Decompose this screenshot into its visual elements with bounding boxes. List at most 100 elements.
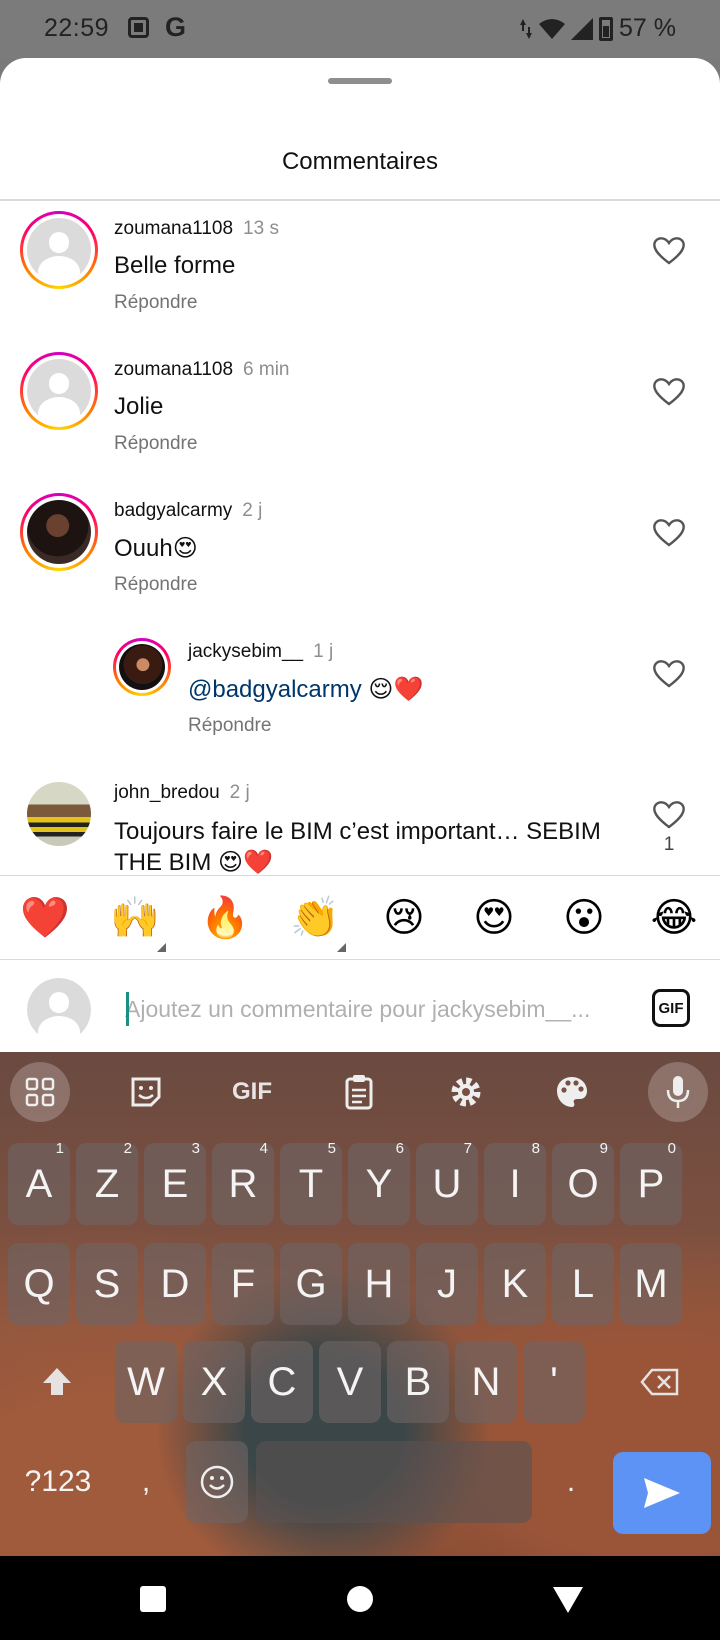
emoji-crying-button[interactable]: 😢 <box>380 894 428 942</box>
key-v[interactable]: V <box>319 1341 381 1423</box>
emoji-fire-button[interactable]: 🔥 <box>200 894 250 942</box>
keyboard: GIF A1 Z2 E3 R4 T5 Y6 U7 I8 O9 P0 Q S D … <box>0 1052 720 1556</box>
comment-item: badgyalcarmy 2 j Ouuh😍 Répondre <box>0 490 720 620</box>
reply-button[interactable]: Répondre <box>114 574 197 596</box>
reply-button[interactable]: Répondre <box>188 715 271 737</box>
navigation-bar <box>0 1556 720 1640</box>
reply-button[interactable]: Répondre <box>114 433 197 455</box>
key-u[interactable]: U7 <box>416 1140 478 1225</box>
key-y[interactable]: Y6 <box>348 1140 410 1225</box>
emoji-joy-button[interactable]: 😂 <box>650 894 698 942</box>
key-e[interactable]: E3 <box>144 1140 206 1225</box>
mention-link[interactable]: @badgyalcarmy <box>188 676 362 703</box>
key-f[interactable]: F <box>212 1243 274 1325</box>
heart-icon[interactable] <box>653 377 685 407</box>
reply-comment-item: jackysebim__ 1 j @badgyalcarmy 😌❤️ Répond… <box>0 631 720 761</box>
gif-button[interactable]: GIF <box>652 989 690 1027</box>
comment-username[interactable]: zoumana1108 <box>114 218 233 239</box>
comment-text-line2: THE BIM 😍❤️ <box>114 849 273 876</box>
sheet-title: Commentaires <box>281 148 439 175</box>
key-h[interactable]: H <box>348 1243 410 1325</box>
status-right: 57 % <box>519 14 676 43</box>
reply-button[interactable]: Répondre <box>114 292 197 314</box>
comment-time: 1 j <box>313 641 334 662</box>
key-p[interactable]: P0 <box>620 1140 682 1225</box>
avatar[interactable] <box>113 638 171 696</box>
heart-icon[interactable] <box>653 236 685 266</box>
comment-time: 2 j <box>242 500 263 521</box>
space-key[interactable] <box>256 1441 532 1523</box>
comment-item: john_bredou 2 j Toujours faire le BIM c’e… <box>0 772 720 886</box>
like-count: 1 <box>663 834 675 855</box>
key-t[interactable]: T5 <box>280 1140 342 1225</box>
key-a[interactable]: A1 <box>8 1140 70 1225</box>
microphone-icon[interactable] <box>648 1062 708 1122</box>
shift-key[interactable] <box>22 1341 92 1423</box>
divider <box>0 199 720 201</box>
comment-text: Ouuh😍 <box>114 535 198 562</box>
heart-icon[interactable] <box>653 800 685 830</box>
palette-icon[interactable] <box>542 1062 602 1122</box>
gif-keyboard-button[interactable]: GIF <box>222 1062 282 1122</box>
comment-time: 2 j <box>229 782 250 803</box>
comment-username[interactable]: zoumana1108 <box>114 359 233 380</box>
home-button[interactable] <box>347 1586 373 1612</box>
comment-time: 13 s <box>243 218 279 239</box>
key-c[interactable]: C <box>251 1341 313 1423</box>
avatar[interactable] <box>27 782 91 846</box>
emoji-surprised-button[interactable]: 😮 <box>560 894 608 942</box>
keyboard-toolbar: GIF <box>0 1052 720 1128</box>
key-apostrophe[interactable]: ' <box>523 1341 585 1423</box>
battery-level: 57 % <box>619 14 676 42</box>
comma-key[interactable]: , <box>118 1441 174 1523</box>
emoji-quick-bar: ❤️ 🙌 🔥 👏 😢 😍 😮 😂 <box>0 875 720 960</box>
symbols-key[interactable]: ?123 <box>14 1441 102 1523</box>
key-g[interactable]: G <box>280 1243 342 1325</box>
comment-text: Toujours faire le BIM c’est important… S… <box>114 818 601 845</box>
emoji-raised-hands-button[interactable]: 🙌 <box>110 894 166 952</box>
key-i[interactable]: I8 <box>484 1140 546 1225</box>
comment-text: @badgyalcarmy 😌❤️ <box>188 676 424 703</box>
key-b[interactable]: B <box>387 1341 449 1423</box>
emoji-clap-button[interactable]: 👏 <box>290 894 346 952</box>
drag-handle[interactable] <box>328 78 392 84</box>
key-m[interactable]: M <box>620 1243 682 1325</box>
key-z[interactable]: Z2 <box>76 1140 138 1225</box>
key-w[interactable]: W <box>115 1341 177 1423</box>
status-bar: 22:59 G 57 % <box>0 0 720 58</box>
emoji-key[interactable] <box>186 1441 248 1523</box>
google-icon: G <box>165 12 187 42</box>
clipboard-icon[interactable] <box>329 1062 389 1122</box>
send-key[interactable] <box>613 1452 711 1534</box>
status-time: 22:59 <box>44 14 110 42</box>
key-s[interactable]: S <box>76 1243 138 1325</box>
key-o[interactable]: O9 <box>552 1140 614 1225</box>
period-key[interactable]: . <box>540 1441 602 1523</box>
recents-button[interactable] <box>140 1586 166 1612</box>
comment-text: Belle forme <box>114 252 236 279</box>
emoji-heart-button[interactable]: ❤️ <box>20 894 70 942</box>
key-l[interactable]: L <box>552 1243 614 1325</box>
emoji-heart-eyes-button[interactable]: 😍 <box>470 894 518 942</box>
comment-username[interactable]: badgyalcarmy <box>114 500 232 521</box>
heart-icon[interactable] <box>653 518 685 548</box>
key-r[interactable]: R4 <box>212 1140 274 1225</box>
comment-username[interactable]: jackysebim__ <box>188 641 303 662</box>
avatar[interactable] <box>20 493 98 571</box>
avatar[interactable] <box>20 211 98 289</box>
comment-item: zoumana1108 6 min Jolie Répondre <box>0 349 720 479</box>
text-cursor <box>126 992 129 1026</box>
heart-icon[interactable] <box>653 659 685 689</box>
key-k[interactable]: K <box>484 1243 546 1325</box>
battery-icon <box>599 16 614 41</box>
key-q[interactable]: Q <box>8 1243 70 1325</box>
back-button[interactable] <box>553 1587 583 1613</box>
key-x[interactable]: X <box>183 1341 245 1423</box>
key-n[interactable]: N <box>455 1341 517 1423</box>
key-j[interactable]: J <box>416 1243 478 1325</box>
comment-username[interactable]: john_bredou <box>114 782 220 803</box>
comment-input[interactable] <box>125 989 625 1029</box>
backspace-key[interactable] <box>620 1341 700 1423</box>
avatar[interactable] <box>20 352 98 430</box>
key-d[interactable]: D <box>144 1243 206 1325</box>
